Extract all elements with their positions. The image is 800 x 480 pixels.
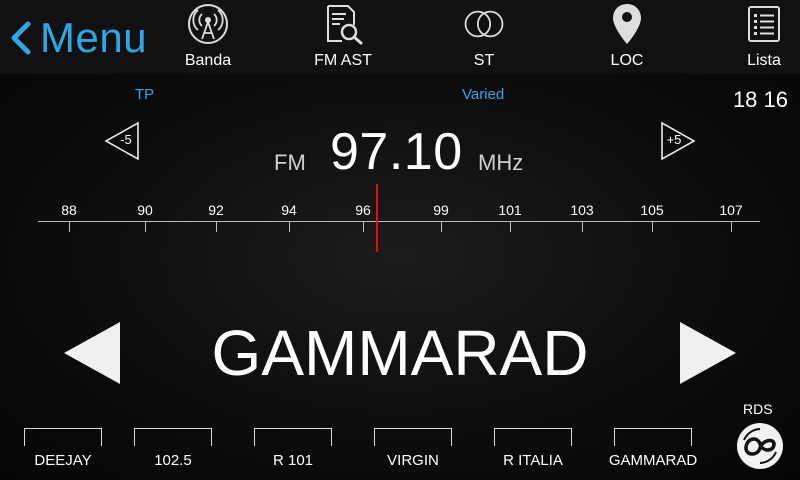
fm-ast-label: FM AST (314, 52, 372, 69)
seek-down-label: -5 (120, 132, 132, 147)
preset-4[interactable]: VIRGIN (374, 428, 452, 472)
preset-6[interactable]: GAMMARAD (609, 428, 697, 472)
scale-label: 105 (640, 202, 664, 218)
top-bar: Menu Banda FM AST ST LOC Lista (0, 0, 800, 74)
frequency-unit: MHz (478, 150, 524, 175)
st-label: ST (473, 52, 495, 69)
scale-tick (652, 222, 653, 232)
scale-label: 90 (137, 202, 153, 218)
preset-bracket (134, 428, 212, 446)
scale-tick (289, 222, 290, 232)
preset-3[interactable]: R 101 (254, 428, 332, 472)
rds-button[interactable] (736, 422, 784, 470)
scale-tick (69, 222, 70, 232)
preset-bracket (24, 428, 102, 446)
radio-main-panel: TP Varied 18 16 -5 +5 FM 97.10 MHz 88 90 9… (0, 74, 800, 480)
menu-button[interactable]: Menu (6, 12, 147, 64)
banda-label: Banda (184, 52, 232, 69)
fm-ast-button[interactable]: FM AST (312, 2, 374, 72)
preset-5[interactable]: R ITALIA (494, 428, 572, 472)
preset-1[interactable]: DEEJAY (24, 428, 102, 472)
next-station-button[interactable] (676, 320, 740, 386)
preset-bracket (254, 428, 332, 446)
station-name: GAMMARAD (211, 317, 589, 389)
preset-bracket (494, 428, 572, 446)
scale-tick (582, 222, 583, 232)
preset-label: VIRGIN (387, 452, 439, 469)
document-search-icon (321, 2, 365, 46)
preset-bar: DEEJAY 102.5 R 101 VIRGIN R ITALIA GAMMA… (0, 426, 720, 472)
scale-labels: 88 90 92 94 96 99 101 103 105 107 (0, 194, 800, 254)
lista-button[interactable]: Lista (738, 2, 790, 72)
preset-2[interactable]: 102.5 (134, 428, 212, 472)
preset-label: DEEJAY (34, 452, 92, 469)
preset-label: 102.5 (154, 452, 192, 469)
scale-tick (510, 222, 511, 232)
play-right-icon (680, 322, 736, 384)
scale-label: 99 (433, 202, 449, 218)
scale-tick (441, 222, 442, 232)
tp-indicator: TP (135, 86, 155, 103)
preset-label: GAMMARAD (608, 452, 698, 469)
scale-tick (216, 222, 217, 232)
scale-tick (731, 222, 732, 232)
frequency-display: 97.10 (330, 123, 463, 181)
stereo-circles-icon (462, 2, 506, 46)
list-icon (742, 2, 786, 46)
program-type: Varied (462, 86, 505, 103)
scale-label: 103 (570, 202, 594, 218)
scale-label: 107 (719, 202, 743, 218)
lista-label: Lista (747, 52, 781, 69)
banda-button[interactable]: Banda (182, 2, 234, 72)
radio-tower-icon (186, 2, 230, 46)
loc-label: LOC (610, 52, 644, 69)
seek-down-button[interactable]: -5 (104, 121, 140, 161)
st-button[interactable]: ST (458, 2, 510, 72)
previous-station-button[interactable] (60, 320, 124, 386)
scale-label: 88 (61, 202, 77, 218)
location-pin-icon (605, 2, 649, 46)
menu-label: Menu (40, 14, 148, 61)
scale-label: 92 (208, 202, 224, 218)
seek-up-button[interactable]: +5 (660, 121, 696, 161)
preset-bracket (614, 428, 692, 446)
scale-tick (145, 222, 146, 232)
preset-label: R 101 (272, 452, 314, 469)
play-left-icon (64, 322, 120, 384)
seek-up-label: +5 (666, 132, 682, 147)
loc-button[interactable]: LOC (601, 2, 653, 72)
clock: 18 16 (732, 87, 788, 112)
scale-label: 101 (498, 202, 522, 218)
tuning-needle (376, 184, 378, 252)
band-label: FM (274, 150, 306, 175)
preset-bracket (374, 428, 452, 446)
scale-tick (363, 222, 364, 232)
rds-label: RDS (743, 401, 773, 417)
rds-logo-icon (737, 423, 783, 469)
chevron-left-icon (11, 21, 31, 55)
scale-label: 94 (281, 202, 297, 218)
preset-label: R ITALIA (503, 452, 563, 469)
